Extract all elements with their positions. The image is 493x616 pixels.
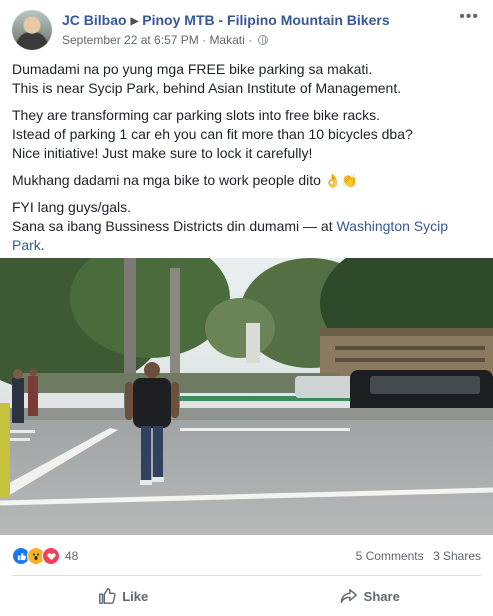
paragraph-1: Dumadami na po yung mga FREE bike parkin… xyxy=(12,60,482,98)
author-avatar[interactable] xyxy=(12,10,52,50)
post-timestamp[interactable]: September 22 at 6:57 PM xyxy=(62,33,199,47)
author-name-link[interactable]: JC Bilbao xyxy=(62,12,127,28)
street-photo-illustration xyxy=(0,258,493,535)
comments-count-link[interactable]: 5 Comments xyxy=(356,549,424,563)
engagement-stats: 5 Comments 3 Shares xyxy=(350,549,481,563)
place-link[interactable]: Washington Sycip xyxy=(336,218,448,234)
reaction-count: 48 xyxy=(65,549,79,563)
globe-icon xyxy=(258,35,269,45)
post-header: JC Bilbao ▶ Pinoy MTB - Filipino Mountain … xyxy=(12,9,481,52)
paragraph-2: They are transforming car parking slots … xyxy=(12,106,482,163)
paragraph-3: Mukhang dadami na mga bike to work peopl… xyxy=(12,171,482,190)
meta-separator: · xyxy=(202,33,207,47)
group-name-link[interactable]: Pinoy MTB - Filipino Mountain Bikers xyxy=(142,12,389,28)
text-line: They are transforming car parking slots … xyxy=(12,107,381,123)
like-label: Like xyxy=(122,588,149,604)
caret-right-icon: ▶ xyxy=(130,16,139,27)
post-location[interactable]: Makati xyxy=(209,33,244,47)
period: . xyxy=(40,237,45,253)
text-line: Mukhang dadami na mga bike to work peopl… xyxy=(12,172,321,188)
meta-separator-2: · xyxy=(248,33,253,47)
text-line: Sana sa ibang Bussiness Districts din du… xyxy=(12,218,337,234)
more-options-icon[interactable]: ••• xyxy=(459,9,479,25)
text-line: Dumadami na po yung mga FREE bike parkin… xyxy=(12,61,373,77)
text-line: Istead of parking 1 car eh you can fit m… xyxy=(12,126,413,142)
share-button[interactable]: Share xyxy=(247,580,493,612)
post-photo[interactable] xyxy=(0,258,493,535)
post-card: JC Bilbao ▶ Pinoy MTB - Filipino Mountain … xyxy=(0,0,493,616)
post-body: Dumadami na po yung mga FREE bike parkin… xyxy=(12,60,482,263)
ok-clap-emoji-icon: 👌👏 xyxy=(324,173,358,188)
text-line: FYI lang guys/gals. xyxy=(12,199,132,215)
share-arrow-icon xyxy=(340,588,357,604)
header-text: JC Bilbao ▶ Pinoy MTB - Filipino Mountain … xyxy=(62,12,390,47)
author-line: JC Bilbao ▶ Pinoy MTB - Filipino Mountain … xyxy=(62,12,390,28)
action-bar: Like Share xyxy=(0,580,493,612)
divider xyxy=(12,575,481,576)
paragraph-4: FYI lang guys/gals. Sana sa ibang Bussin… xyxy=(12,198,482,255)
post-meta: September 22 at 6:57 PM · Makati · xyxy=(62,33,390,47)
shares-count-link[interactable]: 3 Shares xyxy=(433,549,481,563)
place-link-cont[interactable]: Park xyxy=(12,237,41,253)
text-line: Nice initiative! Just make sure to lock … xyxy=(12,145,313,161)
love-icon xyxy=(42,547,60,565)
thumbs-up-icon xyxy=(99,588,116,604)
share-label: Share xyxy=(363,588,400,604)
reactions-summary[interactable]: 48 xyxy=(12,546,78,566)
like-button[interactable]: Like xyxy=(0,580,247,612)
text-line: This is near Sycip Park, behind Asian In… xyxy=(12,80,402,96)
